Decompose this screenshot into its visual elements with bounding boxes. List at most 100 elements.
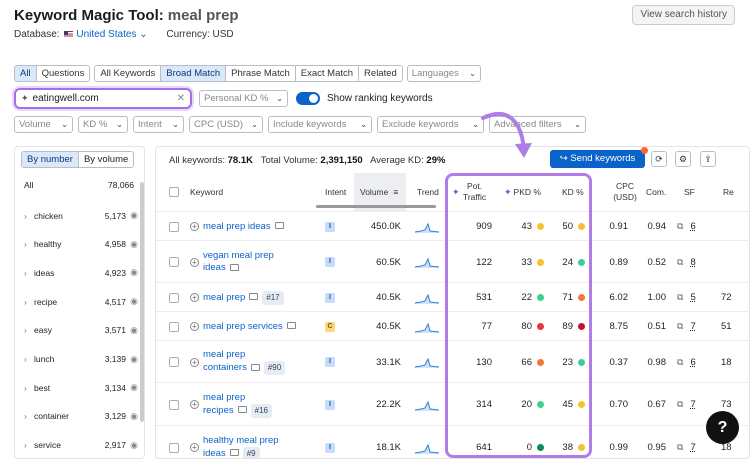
close-icon[interactable]: ✕ bbox=[177, 93, 185, 104]
keyword-link[interactable]: meal prep recipes #16 bbox=[203, 392, 272, 418]
tab-related[interactable]: Related bbox=[359, 65, 402, 81]
exclude-keywords-filter[interactable]: Exclude keywords ⌄ bbox=[377, 116, 484, 133]
serp-page-icon[interactable] bbox=[250, 363, 260, 371]
eye-icon[interactable]: ◉ bbox=[126, 210, 138, 221]
row-checkbox[interactable] bbox=[169, 283, 179, 312]
select-all-checkbox[interactable] bbox=[169, 173, 179, 211]
domain-search-input[interactable]: ✦ eatingwell.com ✕ bbox=[14, 88, 192, 109]
col-pot-traffic[interactable]: ✦ Pot. Traffic bbox=[452, 173, 492, 211]
group-count: 2,917 bbox=[104, 440, 126, 451]
add-icon[interactable]: + bbox=[190, 222, 199, 231]
row-checkbox[interactable] bbox=[169, 341, 179, 383]
row-checkbox[interactable] bbox=[169, 426, 179, 458]
tab-all[interactable]: All bbox=[15, 65, 37, 81]
add-icon[interactable]: + bbox=[190, 322, 199, 331]
serp-page-icon[interactable] bbox=[229, 263, 239, 271]
tab-exact-match[interactable]: Exact Match bbox=[295, 65, 360, 81]
keyword-link[interactable]: meal prep containers #90 bbox=[203, 349, 286, 375]
keyword-link[interactable]: vegan meal prep ideas bbox=[203, 250, 274, 274]
tab-phrase-match[interactable]: Phrase Match bbox=[226, 65, 296, 81]
serp-page-icon[interactable] bbox=[274, 222, 284, 230]
sf-cell[interactable]: ⧉ 7 bbox=[677, 383, 696, 426]
serp-page-icon[interactable] bbox=[237, 406, 247, 414]
row-checkbox[interactable] bbox=[169, 383, 179, 426]
add-icon[interactable]: + bbox=[190, 400, 199, 409]
keyword-link[interactable]: meal prep services bbox=[203, 321, 296, 333]
export-icon[interactable]: ⇪ bbox=[700, 151, 716, 167]
tab-questions[interactable]: Questions bbox=[36, 65, 90, 81]
row-checkbox[interactable] bbox=[169, 212, 179, 241]
col-cpc[interactable]: CPC (USD) bbox=[610, 173, 640, 211]
eye-icon[interactable]: ◉ bbox=[126, 354, 138, 365]
serp-page-icon[interactable] bbox=[286, 322, 296, 330]
view-search-history-button[interactable]: View search history bbox=[632, 5, 735, 25]
pkd-value: 22 bbox=[521, 292, 532, 303]
add-icon[interactable]: + bbox=[190, 293, 199, 302]
send-keywords-button[interactable]: ↪ Send keywords bbox=[550, 147, 648, 168]
eye-icon[interactable]: ◉ bbox=[126, 239, 138, 250]
group-item-healthy[interactable]: › healthy 4,958 ◉ bbox=[24, 239, 138, 250]
group-item-ideas[interactable]: › ideas 4,923 ◉ bbox=[24, 267, 138, 278]
horizontal-scrollbar[interactable] bbox=[316, 205, 436, 208]
volume-filter[interactable]: Volume ⌄ bbox=[14, 116, 73, 133]
tab-broad-match[interactable]: Broad Match bbox=[161, 65, 227, 81]
group-item-chicken[interactable]: › chicken 5,173 ◉ bbox=[24, 210, 138, 221]
col-kd[interactable]: KD % bbox=[562, 173, 584, 211]
tab-by-volume[interactable]: By volume bbox=[79, 152, 133, 167]
serp-page-icon[interactable] bbox=[229, 449, 239, 457]
groups-scrollbar[interactable] bbox=[140, 182, 144, 422]
trend-cell bbox=[415, 241, 439, 283]
eye-icon[interactable]: ◉ bbox=[126, 382, 138, 393]
tab-all-keywords[interactable]: All Keywords bbox=[95, 65, 162, 81]
keyword-link[interactable]: meal prep ideas bbox=[203, 221, 284, 233]
group-item-easy[interactable]: › easy 3,571 ◉ bbox=[24, 325, 138, 336]
intent-filter[interactable]: Intent ⌄ bbox=[133, 116, 184, 133]
eye-icon[interactable]: ◉ bbox=[126, 440, 138, 451]
add-icon[interactable]: + bbox=[190, 257, 199, 267]
eye-icon[interactable]: ◉ bbox=[126, 325, 138, 336]
languages-dropdown[interactable]: Languages ⌄ bbox=[406, 64, 481, 82]
tab-by-number[interactable]: By number bbox=[22, 152, 79, 167]
group-all-row[interactable]: All 78,066 bbox=[24, 180, 134, 190]
sf-cell[interactable]: ⧉ 8 bbox=[677, 241, 696, 283]
group-item-container[interactable]: › container 3,129 ◉ bbox=[24, 411, 138, 422]
gear-icon[interactable]: ⚙ bbox=[675, 151, 691, 167]
keyword-link[interactable]: healthy meal prep ideas #9 bbox=[203, 435, 279, 458]
refresh-icon[interactable]: ⟳ bbox=[651, 151, 667, 167]
eye-icon[interactable]: ◉ bbox=[126, 296, 138, 307]
sf-cell[interactable]: ⧉ 6 bbox=[677, 212, 696, 241]
cpc-filter[interactable]: CPC (USD) ⌄ bbox=[189, 116, 263, 133]
group-item-recipe[interactable]: › recipe 4,517 ◉ bbox=[24, 296, 138, 307]
kd-filter[interactable]: KD % ⌄ bbox=[78, 116, 128, 133]
sf-cell[interactable]: ⧉ 6 bbox=[677, 341, 696, 383]
col-sf[interactable]: SF bbox=[684, 173, 695, 211]
group-item-best[interactable]: › best 3,134 ◉ bbox=[24, 382, 138, 393]
sf-cell[interactable]: ⧉ 7 bbox=[677, 426, 696, 458]
eye-icon[interactable]: ◉ bbox=[126, 267, 138, 278]
re-cell: 72 bbox=[721, 292, 732, 303]
add-icon[interactable]: + bbox=[190, 357, 199, 367]
kd-dot bbox=[578, 401, 585, 408]
col-com[interactable]: Com. bbox=[646, 173, 666, 211]
database-dropdown[interactable]: United States ⌄ bbox=[76, 29, 147, 40]
add-icon[interactable]: + bbox=[190, 443, 199, 452]
pkd-dot bbox=[537, 401, 544, 408]
group-item-lunch[interactable]: › lunch 3,139 ◉ bbox=[24, 354, 138, 365]
col-re[interactable]: Re bbox=[723, 173, 734, 211]
sf-cell[interactable]: ⧉ 5 bbox=[677, 283, 696, 312]
keyword-link[interactable]: meal prep #17 bbox=[203, 290, 284, 305]
help-button[interactable]: ? bbox=[706, 411, 739, 444]
group-name: ideas bbox=[34, 267, 55, 278]
row-checkbox[interactable] bbox=[169, 241, 179, 283]
personal-kd-dropdown[interactable]: Personal KD % ⌄ bbox=[199, 90, 288, 107]
eye-icon[interactable]: ◉ bbox=[126, 411, 138, 422]
group-item-service[interactable]: › service 2,917 ◉ bbox=[24, 440, 138, 451]
serp-page-icon[interactable] bbox=[249, 293, 259, 301]
advanced-filters[interactable]: Advanced filters ⌄ bbox=[489, 116, 586, 133]
ranking-toggle[interactable] bbox=[296, 92, 320, 105]
sf-cell[interactable]: ⧉ 7 bbox=[677, 312, 696, 341]
row-checkbox[interactable] bbox=[169, 312, 179, 341]
include-keywords-filter[interactable]: Include keywords ⌄ bbox=[268, 116, 372, 133]
col-keyword[interactable]: Keyword bbox=[190, 173, 223, 211]
col-pkd[interactable]: ✦ PKD % bbox=[504, 173, 541, 211]
